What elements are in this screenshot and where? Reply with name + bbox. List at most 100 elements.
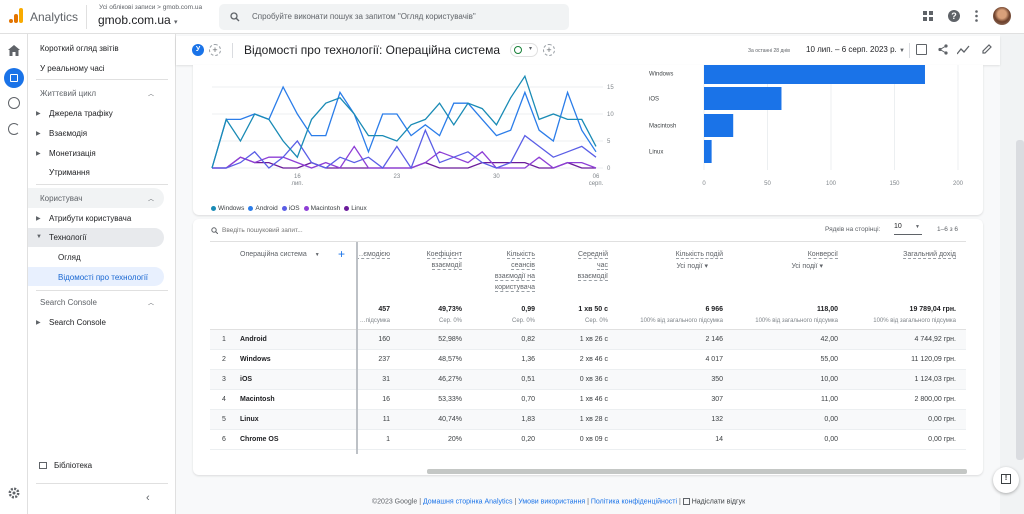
column-header-line[interactable]: Конверсії: [748, 249, 838, 260]
segment-badge[interactable]: У: [192, 44, 204, 56]
footer-link-home[interactable]: Домашня сторінка Analytics: [423, 498, 513, 505]
table-horizontal-scrollbar[interactable]: [427, 469, 967, 474]
event-select-dropdown[interactable]: Усі події ▾: [748, 261, 823, 272]
sidebar-item-retention[interactable]: Утримання: [49, 168, 90, 177]
sidebar-item-search-console[interactable]: Search Console: [49, 318, 106, 327]
collapse-chevron-icon[interactable]: ‹: [146, 492, 150, 504]
legend-item[interactable]: Windows: [207, 205, 244, 212]
legend-item[interactable]: Android: [244, 205, 278, 212]
feedback-small-icon: [682, 498, 690, 505]
sidebar-item-overview[interactable]: Короткий огляд звітів: [40, 44, 119, 53]
report-status-dropdown[interactable]: ▾: [510, 43, 538, 57]
row-os-name[interactable]: Linux: [240, 416, 259, 423]
legend-item[interactable]: iOS: [278, 205, 300, 212]
sidebar-item-tech-details[interactable]: Відомості про технології: [58, 273, 148, 282]
date-range-picker[interactable]: 10 лип. – 6 серп. 2023 р. ▼: [806, 45, 905, 54]
table-search-input[interactable]: [222, 225, 402, 236]
row-value: 0,00 грн.: [928, 416, 956, 423]
legend-item[interactable]: Macintosh: [300, 205, 340, 212]
bar-ios[interactable]: [704, 87, 782, 110]
event-select-value: Усі події: [791, 263, 818, 270]
sidebar-item-user-attributes[interactable]: Атрибути користувача: [49, 214, 131, 223]
explore-icon[interactable]: [8, 97, 20, 109]
date-preset-label: За останні 28 днів: [748, 48, 790, 54]
row-os-name[interactable]: iOS: [240, 376, 252, 383]
edit-pencil-icon[interactable]: [982, 44, 992, 54]
insights-icon[interactable]: [957, 44, 970, 55]
row-value: 0,00 грн.: [928, 436, 956, 443]
x-tick-label: 30: [493, 174, 500, 180]
y-tick-label: 0: [607, 166, 611, 172]
help-icon[interactable]: ?: [948, 10, 960, 22]
sidebar-item-technology[interactable]: Технології: [49, 233, 87, 242]
column-divider[interactable]: [356, 242, 358, 454]
row-os-name[interactable]: Android: [240, 336, 267, 343]
row-os-name[interactable]: Windows: [240, 356, 271, 363]
caret-right-icon: ▶: [36, 131, 41, 137]
legend-item[interactable]: Linux: [340, 205, 367, 212]
property-selector[interactable]: gmob.com.ua ▾: [98, 13, 178, 27]
sidebar-item-engagement[interactable]: Взаємодія: [49, 129, 87, 138]
column-header-line[interactable]: Загальний дохід: [866, 249, 956, 260]
avatar[interactable]: [993, 7, 1011, 25]
bar-linux[interactable]: [704, 140, 712, 163]
section-search-console[interactable]: Search Console: [40, 298, 97, 307]
legend-dot: [281, 205, 287, 211]
sidebar-item-monetization[interactable]: Монетизація: [49, 149, 96, 158]
rows-per-page-value: 10: [894, 223, 902, 230]
settings-icon[interactable]: [8, 487, 20, 499]
row-value: 11,00: [821, 396, 838, 403]
total-value: 19 789,04 грн.: [909, 306, 956, 313]
row-value: 42,00: [820, 336, 838, 343]
column-header-line[interactable]: час: [518, 260, 608, 271]
column-header-text: взаємодії: [577, 273, 608, 281]
line-chart: 0 5 10 15 16лип. 23 30 06серп.: [211, 74, 614, 187]
caret-down-icon: ▾: [702, 263, 708, 270]
footer-feedback-link[interactable]: Надіслати відгук: [692, 498, 745, 505]
row-rank: 5: [222, 416, 226, 423]
reports-icon[interactable]: [4, 68, 24, 88]
search-bar[interactable]: Спробуйте виконати пошук за запитом "Огл…: [219, 4, 569, 30]
section-lifecycle[interactable]: Життєвий цикл: [40, 89, 96, 98]
column-header-line[interactable]: взаємодії: [518, 271, 608, 282]
column-header-text: користувача: [494, 284, 535, 292]
advertising-icon[interactable]: [8, 123, 20, 135]
event-select-dropdown[interactable]: Усі події ▾: [633, 261, 708, 272]
sidebar-item-tech-overview[interactable]: Огляд: [58, 253, 81, 262]
column-header-line[interactable]: Середній: [518, 249, 608, 260]
bar-macintosh[interactable]: [704, 114, 734, 137]
page-scrollbar[interactable]: [1016, 140, 1024, 460]
chevron-up-icon[interactable]: ︿: [148, 298, 154, 307]
add-icon[interactable]: +: [543, 44, 555, 56]
feedback-fab[interactable]: !: [993, 467, 1019, 493]
column-header-line[interactable]: Кількість подій: [633, 249, 723, 260]
check-circle-icon: [514, 46, 522, 54]
sidebar-item-realtime[interactable]: У реальному часі: [40, 64, 105, 73]
sidebar-item-traffic[interactable]: Джерела трафіку: [49, 109, 113, 118]
footer-link-terms[interactable]: Умови використання: [518, 498, 585, 505]
breadcrumb[interactable]: Усі облікові записи > gmob.com.ua: [99, 4, 202, 11]
sidebar-item-library[interactable]: Бібліотека: [54, 461, 92, 470]
footer-link-privacy[interactable]: Політика конфіденційності: [591, 498, 677, 505]
customize-report-icon[interactable]: [916, 44, 927, 55]
bar-windows[interactable]: [704, 65, 925, 84]
add-comparison-icon[interactable]: +: [209, 44, 221, 56]
apps-icon[interactable]: [923, 11, 933, 21]
footer: ©2023 Google | Домашня сторінка Analytic…: [372, 498, 746, 506]
section-user[interactable]: Користувач: [40, 194, 82, 203]
home-icon[interactable]: [8, 45, 20, 56]
chevron-up-icon[interactable]: ︿: [148, 194, 154, 203]
column-header-line[interactable]: користувача: [445, 282, 535, 293]
y-tick-label: 5: [607, 139, 611, 145]
caret-right-icon: ▶: [36, 151, 41, 157]
total-value: 1 хв 50 с: [578, 306, 608, 313]
legend-label: iOS: [288, 205, 300, 212]
series-line-linux: [212, 156, 596, 169]
legend-label: Android: [255, 205, 278, 212]
row-rank: 3: [222, 376, 226, 383]
rows-per-page-select[interactable]: 10 ▼: [894, 223, 922, 235]
chevron-up-icon[interactable]: ︿: [148, 89, 154, 98]
share-icon[interactable]: [938, 44, 948, 55]
row-value: 11 120,09 грн.: [911, 356, 956, 363]
more-vert-icon[interactable]: [975, 10, 978, 22]
